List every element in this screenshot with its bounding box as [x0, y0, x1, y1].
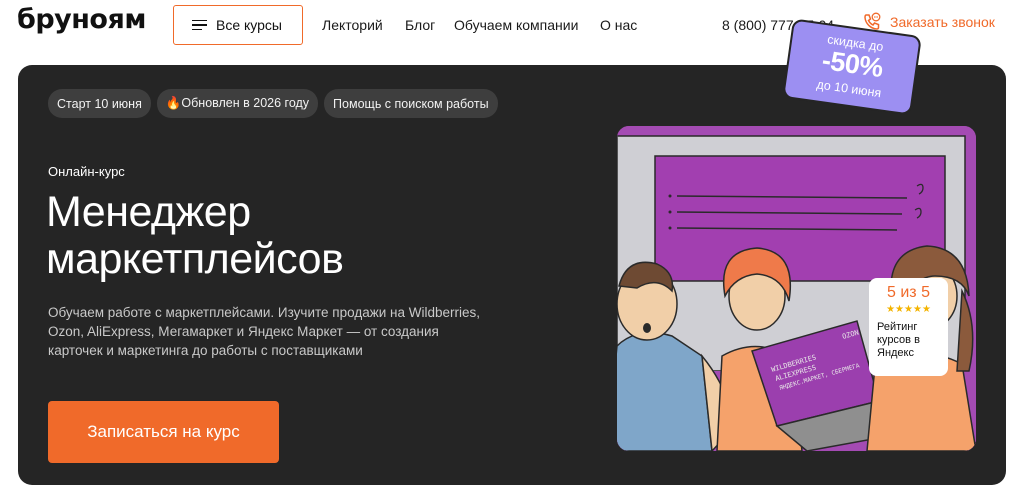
logo[interactable]: бруноям — [17, 4, 146, 35]
course-title-line-1: Менеджер — [46, 188, 251, 236]
nav-item-lectures[interactable]: Лекторий — [322, 17, 383, 33]
all-courses-button[interactable]: Все курсы — [173, 5, 303, 45]
chip-job-help: Помощь с поиском работы — [324, 89, 498, 118]
callback-button[interactable]: Заказать звонок — [862, 12, 995, 32]
hero-section: Старт 10 июня 🔥Обновлен в 2026 году Помо… — [18, 65, 1006, 485]
enroll-button[interactable]: Записаться на курс — [48, 401, 279, 463]
nav-item-about[interactable]: О нас — [600, 17, 637, 33]
menu-icon — [192, 19, 207, 31]
rating-score: 5 из 5 — [887, 284, 930, 301]
course-description: Обучаем работе с маркетплейсами. Изучите… — [48, 305, 481, 358]
all-courses-label: Все курсы — [216, 17, 282, 33]
nav-item-corporate[interactable]: Обучаем компании — [454, 17, 578, 33]
course-title-line-2: маркетплейсов — [46, 235, 344, 283]
chip-start-date: Старт 10 июня — [48, 89, 151, 118]
callback-label: Заказать звонок — [890, 14, 995, 30]
rating-label: Рейтинг курсов в Яндекс — [877, 321, 920, 359]
rating-card: 5 из 5 ★★★★★ Рейтинг курсов в Яндекс — [869, 278, 948, 376]
course-title: Менеджер маркетплейсов — [46, 188, 344, 283]
course-chips: Старт 10 июня 🔥Обновлен в 2026 году Помо… — [48, 89, 498, 118]
nav-item-blog[interactable]: Блог — [405, 17, 435, 33]
course-type-label: Онлайн-курс — [48, 164, 125, 179]
rating-stars: ★★★★★ — [886, 304, 931, 315]
chip-updated: 🔥Обновлен в 2026 году — [156, 89, 319, 118]
